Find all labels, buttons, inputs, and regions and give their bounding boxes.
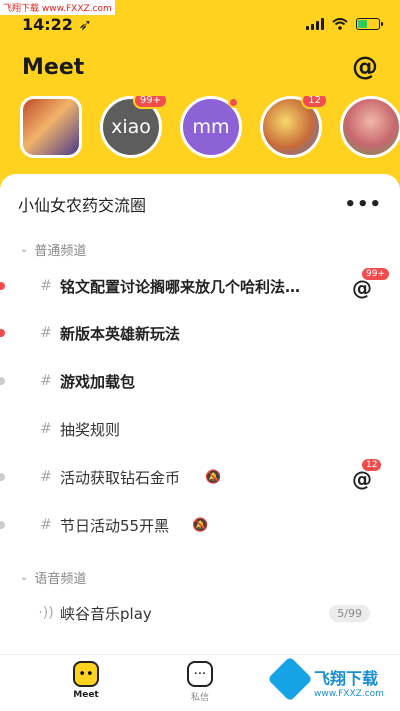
section-text-channels[interactable]: ⌄ 普通频道 (20, 240, 86, 259)
wifi-icon (332, 18, 348, 30)
top-bar: Meet @ (22, 50, 378, 84)
unread-badge: 12 (301, 96, 328, 109)
status-icons (306, 18, 383, 30)
unread-dot (0, 329, 5, 337)
tab-messages[interactable]: ··· 私信 (170, 661, 230, 703)
unread-dot (0, 282, 5, 290)
member-count: 5/99 (329, 604, 370, 622)
mention-badge: @ 99+ (352, 268, 389, 300)
chevron-down-icon: ⌄ (20, 572, 29, 583)
battery-icon (356, 18, 383, 30)
channel-row[interactable]: # 抽奖规则 (0, 414, 400, 444)
unread-dot (0, 377, 5, 385)
voice-channel-row[interactable]: ·)) 峡谷音乐play 5/99 (0, 598, 400, 628)
channel-name: 活动获取钻石金币 (60, 468, 181, 487)
mention-badge: @ 12 (352, 459, 382, 491)
hash-lock-icon: # (40, 421, 52, 437)
channel-row[interactable]: # 游戏加载包 (0, 366, 400, 396)
mute-bell-icon: 🔕 (205, 469, 222, 485)
mentions-at-icon[interactable]: @ (352, 52, 378, 82)
hash-lock-icon: # (40, 517, 52, 533)
unread-badge: 99+ (132, 96, 168, 109)
game-avatar-image (340, 96, 400, 158)
channel-name: 新版本英雄新玩法 (60, 324, 181, 343)
server-avatar-game[interactable]: 12 (260, 96, 328, 158)
more-icon[interactable]: ••• (344, 194, 382, 215)
hash-icon: # (40, 278, 52, 294)
status-time: 14:22 ➶ (22, 14, 92, 34)
brand-watermark: 飞翔下载 www.FXXZ.com (267, 656, 394, 707)
channel-row[interactable]: # 活动获取钻石金币 🔕 @ 12 (0, 459, 400, 492)
chat-bubble-icon: ··· (187, 661, 213, 687)
channel-name: 铭文配置讨论搁哪来放几个哈利法… (60, 277, 301, 296)
meet-face-icon: •• (73, 661, 99, 687)
brand-url: www.FXXZ.com (314, 689, 384, 699)
bottom-tab-bar: •• Meet ··· 私信 飞翔下载 www.FXXZ.com (0, 654, 400, 711)
mention-count: 12 (362, 459, 382, 471)
channel-name: 节日活动55开黑 (60, 516, 170, 535)
mute-bell-icon: 🔕 (192, 517, 209, 533)
channel-row[interactable]: # 铭文配置讨论搁哪来放几个哈利法… @ 99+ (0, 268, 400, 301)
brand-logo-icon (267, 656, 313, 702)
voice-icon: ·)) (38, 605, 54, 621)
server-avatar-game-2[interactable] (340, 96, 400, 158)
section-title: 语音频道 (34, 572, 87, 587)
channel-name: 游戏加载包 (60, 372, 136, 391)
status-bar: 14:22 ➶ (22, 12, 383, 36)
server-avatar-xiao[interactable]: xiao 99+ (100, 96, 168, 158)
group-header: 小仙女农药交流圈 ••• (18, 192, 382, 216)
server-avatar-list: xiao 99+ mm 12 (20, 96, 400, 160)
unread-dot (228, 97, 239, 108)
hash-lock-icon: # (40, 325, 52, 341)
site-watermark-top: 飞翔下载 www.FXXZ.com (0, 0, 115, 15)
server-avatar-selected[interactable] (20, 96, 82, 158)
game-avatar-image (20, 96, 82, 158)
tab-meet[interactable]: •• Meet (56, 661, 116, 700)
unread-dot (0, 521, 5, 529)
mention-count: 99+ (362, 268, 389, 280)
tab-label: Meet (73, 690, 99, 700)
section-voice-channels[interactable]: ⌄ 语音频道 (20, 568, 86, 587)
group-name: 小仙女农药交流圈 (18, 196, 147, 215)
channel-name: 峡谷音乐play (60, 604, 152, 623)
server-avatar-mm[interactable]: mm (180, 96, 242, 158)
channel-row[interactable]: # 新版本英雄新玩法 (0, 318, 400, 348)
hash-icon: # (40, 469, 52, 485)
tab-label: 私信 (190, 693, 209, 703)
channel-name: 抽奖规则 (60, 420, 121, 439)
channel-row[interactable]: # 节日活动55开黑 🔕 (0, 510, 400, 540)
hash-icon: # (40, 373, 52, 389)
brand-title: 飞翔下载 (314, 669, 379, 688)
chevron-down-icon: ⌄ (20, 244, 29, 255)
page-title: Meet (22, 54, 85, 80)
unread-dot (0, 473, 5, 481)
section-title: 普通频道 (34, 244, 87, 259)
channel-panel: 小仙女农药交流圈 ••• ⌄ 普通频道 # 铭文配置讨论搁哪来放几个哈利法… @… (0, 174, 400, 654)
signal-icon (306, 18, 324, 30)
